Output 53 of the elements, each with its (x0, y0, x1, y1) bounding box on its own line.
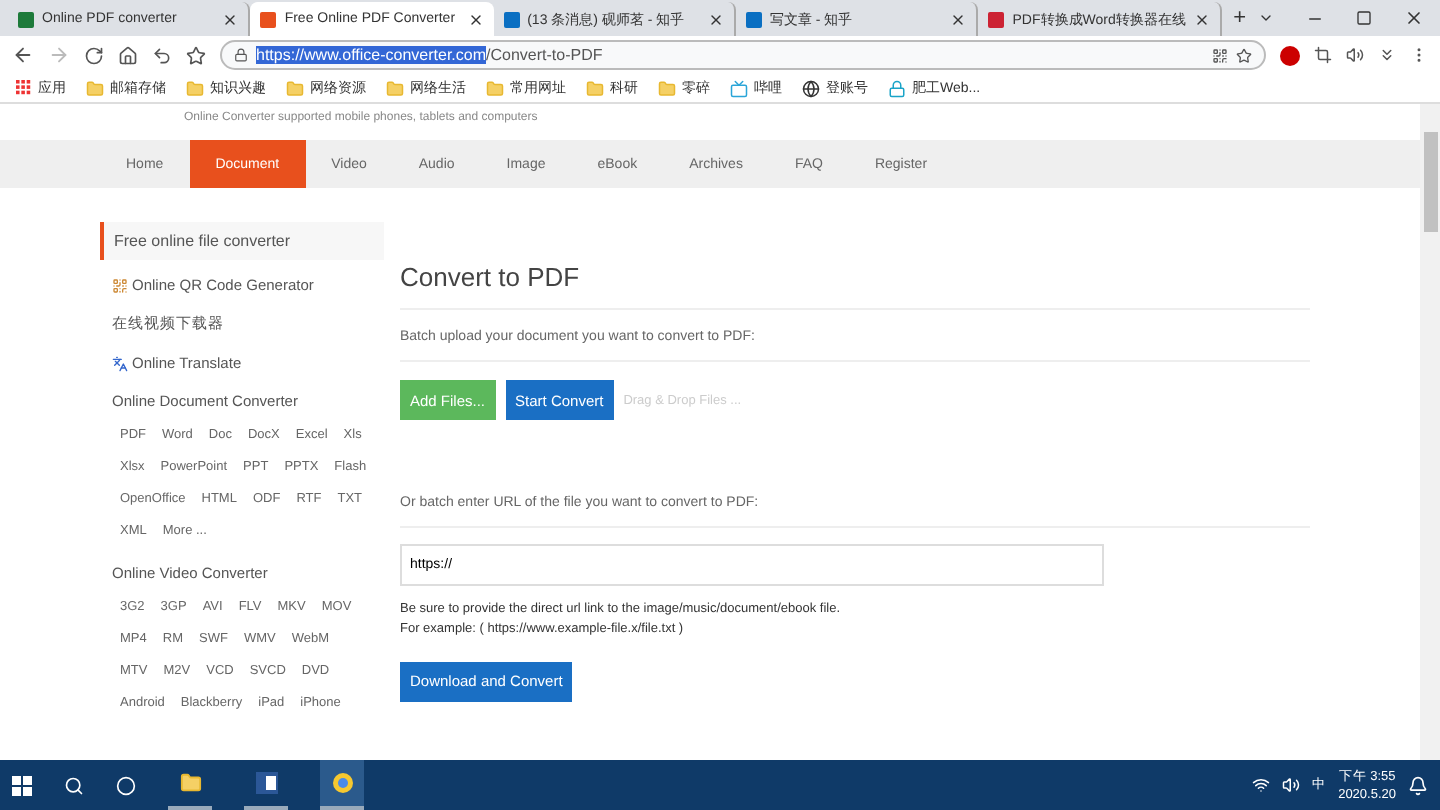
translate-icon (112, 355, 128, 371)
search-icon[interactable] (64, 775, 84, 795)
folder-icon (386, 79, 404, 97)
site-icon (503, 11, 520, 27)
folder-icon (286, 79, 304, 97)
undo-icon[interactable] (152, 45, 172, 65)
crop-icon[interactable] (1314, 46, 1332, 64)
document-icon (255, 772, 277, 794)
cortana-icon[interactable] (116, 775, 136, 795)
folder-icon (486, 79, 504, 97)
globe-icon (802, 79, 820, 97)
reload-icon[interactable] (84, 45, 104, 65)
qr-code-icon (112, 277, 128, 293)
page-title: Convert to PDF (400, 262, 1310, 310)
home-icon[interactable] (118, 45, 138, 65)
lock-icon (888, 79, 906, 97)
tv-icon (730, 79, 748, 97)
close-icon[interactable] (467, 11, 484, 27)
apps-icon (16, 80, 32, 96)
chevrons-icon[interactable] (1378, 46, 1396, 64)
folder-icon (179, 772, 201, 794)
close-icon[interactable] (707, 11, 724, 27)
folder-icon (86, 79, 104, 97)
scrollbar-thumb[interactable] (1423, 132, 1437, 232)
close-icon[interactable] (950, 11, 967, 27)
site-icon (988, 11, 1005, 27)
star-icon[interactable] (186, 45, 206, 65)
wifi-icon[interactable] (1252, 776, 1271, 794)
close-icon[interactable] (1404, 8, 1425, 28)
browser-icon (331, 772, 353, 794)
url-text: https://www.office-converter.com/Convert-to-PDF (256, 46, 603, 64)
speaker-icon[interactable] (1282, 776, 1301, 794)
back-icon[interactable] (12, 44, 34, 66)
site-icon (745, 11, 762, 27)
notification-icon[interactable] (1408, 775, 1428, 795)
star-icon[interactable] (1236, 47, 1252, 63)
caret-icon[interactable] (1258, 10, 1275, 26)
site-icon (18, 11, 34, 27)
lock-icon (234, 48, 248, 62)
restore-icon[interactable] (1356, 10, 1373, 26)
windows-icon[interactable] (12, 775, 32, 795)
extension-icon[interactable] (1280, 45, 1300, 65)
site-icon (260, 11, 277, 27)
qr-code-icon[interactable] (1212, 47, 1228, 63)
address-field[interactable]: https://www.office-converter.com/Convert-to-PDF (220, 40, 1266, 70)
folder-icon (186, 79, 204, 97)
folder-icon (658, 79, 676, 97)
folder-icon (586, 79, 604, 97)
sidebar-heading: Free online file converter (100, 222, 384, 260)
close-icon[interactable] (1193, 11, 1210, 27)
new-tab-button[interactable]: + (1221, 6, 1259, 30)
close-icon[interactable] (222, 11, 239, 27)
speaker-icon[interactable] (1346, 46, 1364, 64)
